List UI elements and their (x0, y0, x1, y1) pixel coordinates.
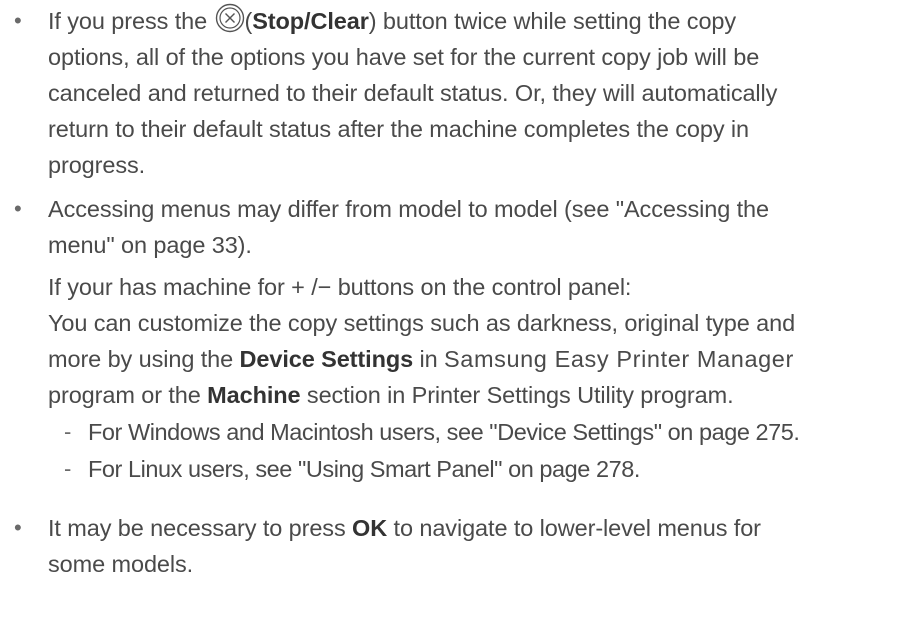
text-line: If you press the (Stop/Clear) button twi… (48, 3, 906, 39)
dash-marker: - (64, 419, 72, 444)
subitem-windows-mac: For Windows and Macintosh users, see "De… (88, 419, 800, 445)
bullet-item-stop-clear: If you press the (Stop/Clear) button twi… (48, 3, 906, 183)
text-line: return to their default status after the… (48, 116, 749, 142)
text-line: You can customize the copy settings such… (48, 310, 796, 336)
text-line: Accessing menus may differ from model to… (48, 196, 769, 222)
text-line: progress. (48, 152, 146, 178)
bullet-item-press-ok: It may be necessary to press OK to navig… (48, 510, 906, 582)
document-page: • If you press the (Stop/Clear) button t… (0, 0, 909, 624)
bullet-marker: • (14, 8, 22, 33)
text-line: It may be necessary to press OK to navig… (48, 515, 761, 541)
text-line: If your has machine for + /− buttons on … (48, 274, 632, 300)
stop-clear-icon (215, 3, 245, 33)
dash-marker: - (64, 456, 72, 481)
bullet-marker: • (14, 196, 22, 221)
text-line: options, all of the options you have set… (48, 44, 760, 70)
bullet-marker: • (14, 515, 22, 540)
subitem-linux: For Linux users, see "Using Smart Panel"… (88, 456, 640, 482)
text-line: more by using the Device Settings in Sam… (48, 346, 794, 372)
bullet-item-accessing-menus: Accessing menus may differ from model to… (48, 191, 906, 413)
text-line: some models. (48, 551, 194, 577)
text-line: menu" on page 33). (48, 232, 252, 258)
text-line: program or the Machine section in Printe… (48, 382, 734, 408)
text-line: canceled and returned to their default s… (48, 80, 778, 106)
